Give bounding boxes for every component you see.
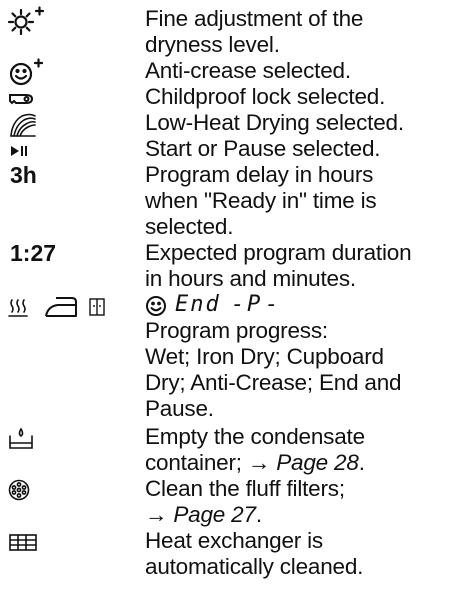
condensate-container-icon — [8, 424, 128, 454]
page-reference-link[interactable]: Page 28 — [276, 450, 359, 475]
desc-line: Start or Pause selected. — [145, 136, 381, 161]
desc-line: Low-Heat Drying selected. — [145, 110, 404, 135]
desc-line: Heat exchanger is — [145, 528, 323, 553]
heat-exchanger-description: Heat exchanger is automatically cleaned. — [145, 528, 457, 580]
desc-line: Fine adjustment of the — [145, 6, 364, 31]
fluff-filter-icon — [8, 476, 128, 506]
start-pause-description: Start or Pause selected. — [145, 136, 457, 162]
desc-line: Wet; Iron Dry; Cupboard — [145, 344, 384, 369]
delay-symbol-text: 3h — [10, 162, 37, 188]
arrow-icon: → — [247, 450, 271, 475]
fluff-filter-description: Clean the fluff filters; → Page 27. — [145, 476, 457, 528]
desc-text: . — [255, 502, 262, 527]
cupboard-icon — [88, 292, 112, 327]
display-end: End — [175, 292, 221, 317]
duration-symbol-text: 1:27 — [10, 240, 57, 266]
desc-line-with-ref: container; → Page 28. — [145, 450, 457, 476]
program-duration-description: Expected program duration in hours and m… — [145, 240, 457, 292]
progress-display-line: End - P - — [145, 292, 457, 318]
delay-symbol: 3h — [8, 162, 128, 192]
wet-icon — [8, 292, 34, 327]
desc-line: Clean the fluff filters; — [145, 476, 345, 501]
desc-line: in hours and minutes. — [145, 266, 356, 291]
condensate-description: Empty the condensate container; → Page 2… — [145, 424, 457, 476]
program-delay-description: Program delay in hours when "Ready in" t… — [145, 162, 457, 240]
anti-crease-description: Anti-crease selected. — [145, 58, 457, 84]
duration-symbol: 1:27 — [8, 240, 128, 270]
desc-line-with-ref: → Page 27. — [145, 502, 457, 528]
low-heat-description: Low-Heat Drying selected. — [145, 110, 457, 136]
anti-crease-icon — [146, 296, 166, 316]
desc-line: Empty the condensate — [145, 424, 365, 449]
sun-plus-icon — [7, 6, 128, 36]
display-dash: - — [265, 292, 281, 317]
desc-line: Expected program duration — [145, 240, 412, 265]
progress-icons — [8, 292, 148, 322]
childproof-lock-description: Childproof lock selected. — [145, 84, 457, 110]
desc-line: Pause. — [145, 396, 214, 421]
desc-line: Dry; Anti-Crease; End and — [145, 370, 402, 395]
desc-text: container; — [145, 450, 242, 475]
display-pause: P — [247, 292, 263, 317]
desc-line: dryness level. — [145, 32, 280, 57]
desc-line: selected. — [145, 214, 234, 239]
desc-line: Program progress: — [145, 318, 328, 343]
desc-line: automatically cleaned. — [145, 554, 364, 579]
desc-text: . — [358, 450, 365, 475]
display-dash: - — [231, 292, 247, 317]
page-reference-link[interactable]: Page 27 — [173, 502, 256, 527]
program-progress-description: End - P - Program progress: Wet; Iron Dr… — [145, 292, 457, 422]
desc-line: Anti-crease selected. — [145, 58, 351, 83]
arrow-icon: → — [145, 502, 168, 527]
heat-exchanger-icon — [8, 528, 128, 558]
iron-icon — [44, 292, 80, 327]
dryness-description: Fine adjustment of the dryness level. — [145, 6, 457, 58]
desc-line: when "Ready in" time is — [145, 188, 377, 213]
desc-line: Program delay in hours — [145, 162, 374, 187]
desc-line: Childproof lock selected. — [145, 84, 386, 109]
